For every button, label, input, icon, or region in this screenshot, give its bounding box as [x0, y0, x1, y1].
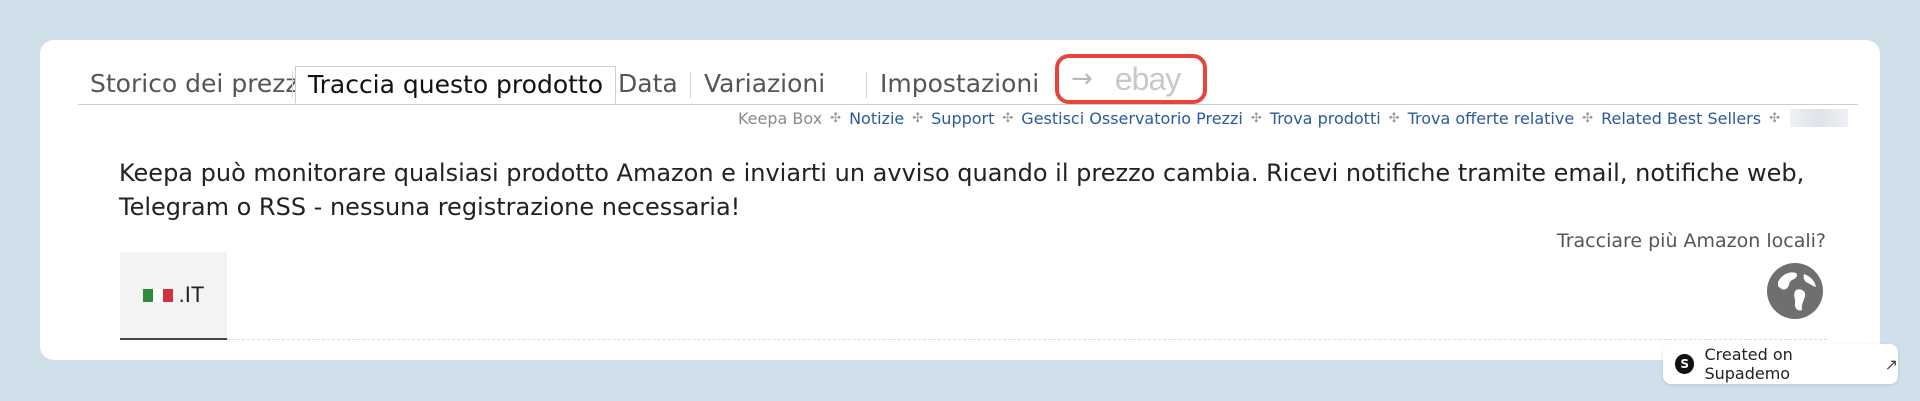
tab-bar: Storico dei prezzi Traccia questo prodot…	[78, 66, 1858, 105]
locale-code: .IT	[178, 282, 205, 307]
divider	[227, 339, 1827, 340]
star-separator-icon: ✣	[1250, 110, 1262, 126]
subnav-manage-tracker[interactable]: Gestisci Osservatorio Prezzi	[1021, 109, 1243, 128]
tab-separator	[866, 72, 867, 98]
supademo-badge[interactable]: S Created on Supademo ↗	[1663, 344, 1898, 384]
subnav-related-deals[interactable]: Trova offerte relative	[1408, 109, 1575, 128]
star-separator-icon: ✣	[1388, 110, 1400, 126]
tab-data[interactable]: Data	[606, 66, 690, 103]
sub-navigation: Keepa Box ✣ Notizie ✣ Support ✣ Gestisci…	[738, 106, 1848, 130]
star-separator-icon: ✣	[1582, 110, 1594, 126]
star-separator-icon: ✣	[1769, 110, 1780, 126]
subnav-news[interactable]: Notizie	[849, 109, 904, 128]
badge-text: Created on Supademo	[1704, 345, 1793, 383]
external-link-icon: ↗	[1884, 354, 1898, 374]
tab-separator	[292, 72, 293, 98]
subnav-keepa-box[interactable]: Keepa Box	[738, 109, 822, 128]
subnav-related-best-sellers[interactable]: Related Best Sellers	[1601, 109, 1761, 128]
star-separator-icon: ✣	[1002, 110, 1014, 126]
ebay-logo: ebay	[1114, 60, 1181, 97]
tracking-description: Keepa può monitorare qualsiasi prodotto …	[119, 159, 1805, 221]
star-separator-icon: ✣	[912, 110, 924, 126]
supademo-logo-icon: S	[1675, 354, 1695, 374]
italy-flag-icon	[142, 288, 173, 302]
locale-tab-it[interactable]: .IT	[120, 252, 227, 340]
star-separator-icon: ✣	[830, 110, 842, 126]
globe-icon[interactable]	[1766, 262, 1824, 320]
tab-settings[interactable]: Impostazioni	[868, 66, 1051, 103]
tab-track-product[interactable]: Traccia questo prodotto	[295, 66, 617, 104]
tab-variations[interactable]: Variazioni	[692, 66, 837, 103]
tab-separator	[690, 72, 691, 98]
blurred-nav-item[interactable]	[1790, 109, 1848, 127]
tab-ebay-highlighted[interactable]: → ebay	[1055, 54, 1207, 104]
subnav-find-products[interactable]: Trova prodotti	[1270, 109, 1381, 128]
multi-locale-link[interactable]: Tracciare più Amazon locali?	[1557, 230, 1826, 252]
tab-price-history[interactable]: Storico dei prezzi	[78, 66, 318, 103]
subnav-support[interactable]: Support	[931, 109, 994, 128]
arrow-right-icon: →	[1071, 64, 1093, 94]
